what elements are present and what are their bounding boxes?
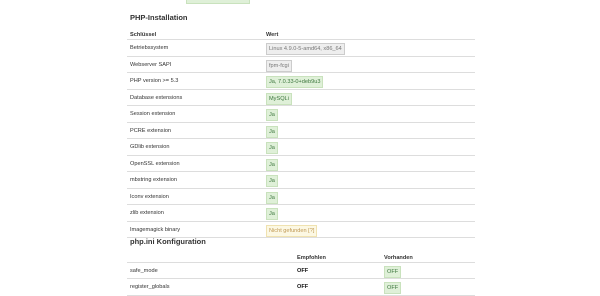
status-label: Ja xyxy=(266,109,278,121)
status-label: Linux 4.9.0-5-amd64, x86_64 xyxy=(266,43,345,55)
present-status-label: OFF xyxy=(384,282,402,294)
table-row: Imagemagick binary Nicht gefunden [?] xyxy=(127,222,475,238)
status-label: Ja, 7.0.33-0+deb9u3 xyxy=(266,76,324,88)
status-label: fpm-fcgi xyxy=(266,59,292,72)
table-row: PCRE extension Ja xyxy=(127,123,475,139)
table-header-row: Schlüssel Wert xyxy=(127,28,475,40)
status-label[interactable]: Nicht gefunden [?] xyxy=(266,224,318,237)
row-key: Database extensions xyxy=(130,94,183,101)
present-status-label: OFF xyxy=(384,265,402,278)
row-key: zlib extension xyxy=(130,210,164,216)
status-label: Ja xyxy=(266,142,278,154)
header-key: Schlüssel xyxy=(130,32,157,38)
top-status-label xyxy=(186,0,250,4)
table-row: mbstring extension Ja xyxy=(127,172,475,189)
table-row: OpenSSL extension Ja xyxy=(127,156,475,172)
status-label: MySQLi xyxy=(266,92,292,105)
php-ini-table: Empfohlen Vorhanden safe_mode OFF OFF regis… xyxy=(127,252,475,296)
header-value: Wert xyxy=(266,32,279,38)
status-label: Ja xyxy=(266,158,278,171)
status-label: Ja xyxy=(266,208,278,220)
row-key: OpenSSL extension xyxy=(130,160,180,167)
header-recommended: Empfohlen xyxy=(297,255,326,261)
table-row: Webserver SAPI fpm-fcgi xyxy=(127,57,475,73)
table-row: register_globals OFF OFF xyxy=(127,279,475,296)
setting-name: register_globals xyxy=(130,284,170,290)
row-key: GDlib extension xyxy=(130,144,170,150)
table-row: GDlib extension Ja xyxy=(127,139,475,156)
table-row: zlib extension Ja xyxy=(127,205,475,222)
table-row: PHP version >= 5.3 Ja, 7.0.33-0+deb9u3 xyxy=(127,73,475,90)
row-key: Session extension xyxy=(130,111,176,117)
table-row: safe_mode OFF OFF xyxy=(127,263,475,279)
header-present: Vorhanden xyxy=(384,255,413,261)
recommended-value: OFF xyxy=(297,267,309,274)
row-key: mbstring extension xyxy=(130,177,177,183)
table-row: Session extension Ja xyxy=(127,106,475,123)
row-key: Iconv extension xyxy=(130,193,169,200)
row-key: PHP version >= 5.3 xyxy=(130,78,179,84)
setting-name: safe_mode xyxy=(130,267,158,274)
table-row: Betriebssystem Linux 4.9.0-5-amd64, x86_6… xyxy=(127,40,475,57)
row-key: Imagemagick binary xyxy=(130,226,181,233)
table-header-row: Empfohlen Vorhanden xyxy=(127,252,475,263)
php-ini-title: php.ini Konfiguration xyxy=(130,237,206,246)
table-row: Database extensions MySQLi xyxy=(127,90,475,106)
php-installation-title: PHP-Installation xyxy=(130,13,188,22)
recommended-value: OFF xyxy=(297,284,309,290)
status-label: Ja xyxy=(266,175,278,187)
status-label: Ja xyxy=(266,125,278,138)
row-key: Betriebssystem xyxy=(130,45,169,51)
php-installation-table: Schlüssel Wert Betriebssystem Linux 4.9.0… xyxy=(127,28,475,238)
row-key: Webserver SAPI xyxy=(130,61,172,68)
table-row: Iconv extension Ja xyxy=(127,189,475,205)
row-key: PCRE extension xyxy=(130,127,172,134)
status-label: Ja xyxy=(266,191,278,204)
